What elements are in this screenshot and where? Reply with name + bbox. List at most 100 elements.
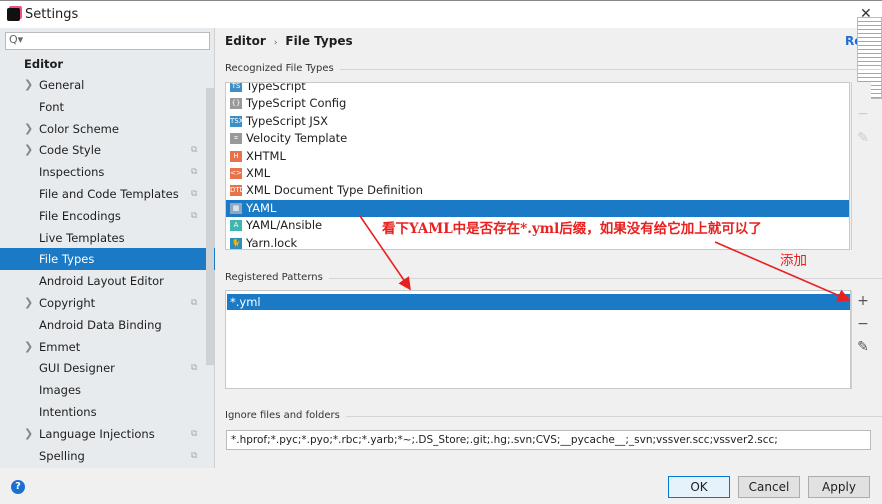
project-scope-icon: ⧉ xyxy=(191,428,198,439)
sidebar-item-label: GUI Designer xyxy=(39,361,115,376)
sidebar-item-gui-designer[interactable]: GUI Designer ⧉ xyxy=(0,357,205,379)
file-type-item[interactable]: TS TypeScript xyxy=(226,82,849,95)
file-type-label: XML Document Type Definition xyxy=(246,183,423,198)
file-type-item[interactable]: DTD XML Document Type Definition xyxy=(226,182,849,199)
sidebar-item-file-types[interactable]: File Types xyxy=(0,248,215,271)
sidebar-scrollbar[interactable] xyxy=(206,88,214,365)
project-scope-icon: ⧉ xyxy=(191,363,198,374)
settings-sidebar: Q▾ Editor ❯ General Font ❯ Color Scheme ❯ Code… xyxy=(0,28,215,468)
sidebar-item-label: Live Templates xyxy=(39,230,125,245)
file-type-icon: ⌗ xyxy=(230,133,242,145)
window-title: Settings xyxy=(25,7,79,22)
file-type-label: TypeScript xyxy=(246,82,306,93)
sidebar-item-label: Inspections xyxy=(39,165,105,180)
sidebar-item-label: Spelling xyxy=(39,448,85,463)
sidebar-item-copyright[interactable]: ❯ Copyright ⧉ xyxy=(0,292,205,314)
file-type-label: TypeScript JSX xyxy=(246,113,328,128)
apply-button[interactable]: Apply xyxy=(808,476,870,498)
pattern-item[interactable]: *.yml xyxy=(227,294,850,310)
sidebar-item-file-encodings[interactable]: File Encodings ⧉ xyxy=(0,205,205,227)
sidebar-item-language-injections[interactable]: ❯ Language Injections ⧉ xyxy=(0,423,205,445)
file-type-icon: {} xyxy=(230,98,242,110)
patterns-list[interactable]: *.yml xyxy=(225,290,851,389)
sidebar-item-label: Code Style xyxy=(39,143,101,158)
sidebar-item-label: Color Scheme xyxy=(39,121,119,136)
file-type-icon: TS xyxy=(230,82,242,92)
search-input[interactable]: Q▾ xyxy=(5,32,210,50)
sidebar-item-label: Intentions xyxy=(39,405,97,419)
chevron-right-icon[interactable]: ❯ xyxy=(24,336,33,358)
file-type-item[interactable]: <> XML xyxy=(226,165,849,182)
ok-button[interactable]: OK xyxy=(668,476,730,498)
chevron-right-icon[interactable]: ❯ xyxy=(24,139,33,161)
file-type-label: TypeScript Config xyxy=(246,96,347,111)
project-scope-icon: ⧉ xyxy=(191,145,198,156)
chevron-right-icon[interactable]: ❯ xyxy=(24,292,33,314)
file-type-icon: <> xyxy=(230,168,242,179)
file-type-item[interactable]: H XHTML xyxy=(226,148,849,165)
recognized-file-types-label: Recognized File Types xyxy=(225,63,882,74)
file-type-label: Velocity Template xyxy=(246,131,348,146)
chevron-right-icon[interactable]: ❯ xyxy=(24,423,33,445)
file-type-item[interactable]: {} TypeScript Config xyxy=(226,95,849,112)
sidebar-item-label: Language Injections xyxy=(39,426,155,441)
sidebar-item-android-layout-editor[interactable]: Android Layout Editor xyxy=(0,270,205,292)
sidebar-item-emmet[interactable]: ❯ Emmet xyxy=(0,336,205,358)
breadcrumb-editor[interactable]: Editor xyxy=(225,34,266,48)
ignore-files-input[interactable]: *.hprof;*.pyc;*.pyo;*.rbc;*.yarb;*~;.DS_… xyxy=(226,430,871,450)
breadcrumb: Editor › File Types xyxy=(225,34,353,48)
sidebar-item-intentions[interactable]: Intentions xyxy=(0,401,205,423)
sidebar-item-general[interactable]: ❯ General xyxy=(0,74,205,96)
sidebar-item-spelling[interactable]: Spelling ⧉ xyxy=(0,445,205,467)
sidebar-item-code-style[interactable]: ❯ Code Style ⧉ xyxy=(0,139,205,161)
file-type-item[interactable]: TSX TypeScript JSX xyxy=(226,113,849,130)
cancel-button[interactable]: Cancel xyxy=(738,476,800,498)
title-bar: Settings ✕ xyxy=(0,0,882,28)
registered-patterns-label: Registered Patterns xyxy=(225,272,882,283)
file-type-label: XML xyxy=(246,166,271,180)
project-scope-icon: ⧉ xyxy=(191,167,198,178)
sidebar-item-label: Images xyxy=(39,383,82,398)
sidebar-item-label: Android Layout Editor xyxy=(39,274,164,289)
sidebar-item-color-scheme[interactable]: ❯ Color Scheme xyxy=(0,118,205,140)
sidebar-item-label: General xyxy=(39,78,85,92)
file-type-icon: A xyxy=(230,220,242,232)
file-type-icon: 🐈 xyxy=(230,237,242,249)
edit-file-type-icon[interactable]: ✎ xyxy=(856,130,870,146)
file-type-label: XHTML xyxy=(246,148,286,163)
sidebar-item-font[interactable]: Font xyxy=(0,96,205,118)
project-scope-icon: ⧉ xyxy=(191,450,198,461)
project-scope-icon: ⧉ xyxy=(191,298,198,308)
sidebar-item-live-templates[interactable]: Live Templates xyxy=(0,227,205,249)
file-type-label: YAML xyxy=(246,200,277,215)
add-pattern-icon[interactable]: + xyxy=(856,293,870,309)
file-type-label: Yarn.lock xyxy=(246,235,298,250)
sidebar-item-inspections[interactable]: Inspections ⧉ xyxy=(0,161,205,183)
file-type-item[interactable]: ⌗ Velocity Template xyxy=(226,130,849,147)
help-icon[interactable]: ? xyxy=(11,480,25,494)
sidebar-section-editor[interactable]: Editor xyxy=(24,57,63,71)
edit-pattern-icon[interactable]: ✎ xyxy=(856,339,870,355)
sidebar-item-images[interactable]: Images xyxy=(0,379,205,401)
file-types-toolbar: − ✎ xyxy=(851,82,871,250)
sidebar-item-label: File and Code Templates xyxy=(39,187,179,201)
chevron-right-icon[interactable]: ❯ xyxy=(24,118,33,140)
file-type-label: YAML/Ansible xyxy=(246,218,323,233)
annotation-main: 看下YAML中是否存在*.yml后缀，如果没有给它加上就可以了 xyxy=(382,221,762,237)
project-scope-icon: ⧉ xyxy=(191,210,198,221)
breadcrumb-current: File Types xyxy=(285,34,353,48)
file-type-icon: ▦ xyxy=(230,202,242,214)
breadcrumb-separator-icon: › xyxy=(273,38,278,48)
remove-file-type-icon[interactable]: − xyxy=(856,106,870,122)
file-type-item[interactable]: ▦ YAML xyxy=(226,199,849,218)
chevron-right-icon[interactable]: ❯ xyxy=(24,74,33,96)
intellij-logo-icon xyxy=(7,8,20,21)
sidebar-item-label: Copyright xyxy=(39,296,96,310)
sidebar-item-android-data-binding[interactable]: Android Data Binding xyxy=(0,314,205,336)
sidebar-item-label: Font xyxy=(39,99,65,114)
sidebar-item-file-and-code-templates[interactable]: File and Code Templates ⧉ xyxy=(0,183,205,205)
sidebar-item-label: File Encodings xyxy=(39,208,121,223)
remove-pattern-icon[interactable]: − xyxy=(856,316,870,332)
sidebar-item-label: Emmet xyxy=(39,339,81,354)
sidebar-item-label: File Types xyxy=(39,252,95,267)
